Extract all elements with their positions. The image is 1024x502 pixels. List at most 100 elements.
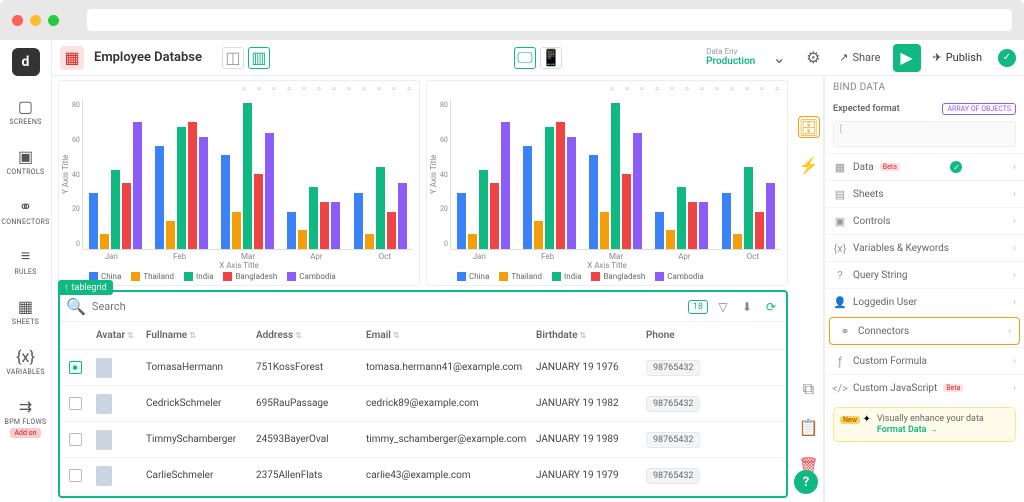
tablegrid-control[interactable]: ↑ tablegrid 🔍 18 ▽ ⬇ ⟳ Avata (58, 290, 788, 498)
bar (221, 155, 230, 249)
chart-card[interactable]: ▫▫▫▫▫▫▫▫▫▫▫▫Y Axis Title806040200JanFebM… (426, 80, 788, 286)
panel-item-sheets[interactable]: ▤Sheets› (825, 180, 1024, 207)
format-data-card[interactable]: New ✦ Visually enhance your data Format … (833, 407, 1016, 442)
zoom-out-icon[interactable]: ▫ (696, 83, 708, 95)
panel-item-query-string[interactable]: ?Query String› (825, 261, 1024, 288)
panel-item-controls[interactable]: ▣Controls› (825, 207, 1024, 234)
cell-address: 751KossForest (250, 362, 360, 373)
chevron-down-icon[interactable]: ⌄ (765, 44, 793, 72)
zoom-out-icon[interactable]: ▫ (328, 83, 340, 95)
compare-icon[interactable]: ▫ (403, 83, 415, 95)
camera-icon[interactable]: ▫ (606, 83, 618, 95)
bar (365, 234, 374, 249)
filter-icon[interactable]: ▽ (714, 298, 732, 316)
panel-item-connectors[interactable]: ⚭Connectors› (829, 317, 1020, 345)
pan-icon[interactable]: ▫ (268, 83, 280, 95)
settings-gear-icon[interactable]: ⚙ (799, 44, 827, 72)
panel-item-custom-formula[interactable]: ƒCustom Formula› (825, 347, 1024, 374)
spike-icon[interactable]: ▫ (373, 83, 385, 95)
database-icon[interactable]: 🗄 (798, 116, 820, 138)
maximize-window-icon[interactable] (48, 15, 59, 26)
zoom-in-icon[interactable]: ▫ (313, 83, 325, 95)
minimize-window-icon[interactable] (30, 15, 41, 26)
panel-item-data[interactable]: ▦DataBeta✓› (825, 153, 1024, 180)
reset-icon[interactable]: ▫ (726, 83, 738, 95)
share-button[interactable]: ↗ Share (833, 51, 886, 64)
bar (133, 122, 142, 250)
rail-item-bpm-flows[interactable]: ⇉ BPM FLOWS Add on (5, 396, 47, 438)
json-preview-box[interactable]: [ (833, 121, 1016, 147)
zoom-icon[interactable]: ▫ (621, 83, 633, 95)
table-row[interactable]: TimmySchamberger 24593BayerOval timmy_sc… (60, 422, 786, 458)
table-row[interactable]: TomasaHermann 751KossForest tomasa.herma… (60, 350, 786, 386)
rail-item-screens[interactable]: ▢ SCREENS (9, 96, 41, 126)
hover-icon[interactable]: ▫ (756, 83, 768, 95)
zoom-icon[interactable]: ▫ (253, 83, 265, 95)
row-checkbox[interactable] (69, 433, 82, 446)
legend-item[interactable]: Bangladesh (223, 272, 277, 281)
rail-item-rules[interactable]: ≡ RULES (14, 246, 36, 276)
lasso-icon[interactable]: ▫ (666, 83, 678, 95)
legend-item[interactable]: Cambodia (655, 272, 703, 281)
rail-item-variables[interactable]: {x} VARIABLES (6, 346, 45, 376)
table-row[interactable]: CedrickSchmeler 695RauPassage cedrick89@… (60, 386, 786, 422)
panel-item-variables-keywords[interactable]: {x}Variables & Keywords› (825, 234, 1024, 261)
layout-full-button[interactable]: ▥ (248, 47, 270, 69)
cell-fullname: CarlieSchmeler (140, 470, 250, 481)
bar (254, 174, 263, 249)
device-mobile-button[interactable]: 📱 (540, 47, 562, 69)
panel-item-loggedin-user[interactable]: 👤Loggedin User› (825, 288, 1024, 315)
paste-icon[interactable]: 📋 (798, 416, 820, 438)
help-fab[interactable]: ? (794, 470, 818, 494)
table-row[interactable]: CarlieSchmeler 2375AllenFlats carlie43@e… (60, 458, 786, 494)
refresh-icon[interactable]: ⟳ (762, 298, 780, 316)
autoscale-icon[interactable]: ▫ (711, 83, 723, 95)
beta-pill: Beta (880, 163, 900, 171)
format-data-link[interactable]: Format Data → (877, 424, 984, 435)
compare-icon[interactable]: ▫ (771, 83, 783, 95)
env-selector[interactable]: Data Env Production (706, 48, 755, 68)
legend-item[interactable]: China (457, 272, 489, 281)
rail-item-connectors[interactable]: ⚭ CONNECTORS (1, 196, 49, 226)
device-desktop-button[interactable]: 🖵 (514, 47, 536, 69)
select-icon[interactable]: ▫ (651, 83, 663, 95)
brand-logo[interactable]: d (12, 48, 40, 76)
close-window-icon[interactable] (12, 15, 23, 26)
bolt-icon[interactable]: ⚡ (798, 154, 820, 176)
row-checkbox[interactable] (69, 397, 82, 410)
legend-item[interactable]: India (184, 272, 213, 281)
row-checkbox[interactable] (69, 361, 82, 374)
zoom-in-icon[interactable]: ▫ (681, 83, 693, 95)
left-rail: d ▢ SCREENS ▣ CONTROLS ⚭ CONNECTORS ≡ RU… (0, 40, 52, 502)
panel-item-custom-javascript[interactable]: </>Custom JavaScriptBeta› (825, 374, 1024, 401)
legend-item[interactable]: India (552, 272, 581, 281)
camera-icon[interactable]: ▫ (238, 83, 250, 95)
copy-icon[interactable]: ⧉ (798, 378, 820, 400)
autoscale-icon[interactable]: ▫ (343, 83, 355, 95)
pan-icon[interactable]: ▫ (636, 83, 648, 95)
publish-button[interactable]: ✈ Publish (927, 51, 988, 64)
download-icon[interactable]: ⬇ (738, 298, 756, 316)
layout-split-button[interactable]: ◫ (222, 47, 244, 69)
share-icon: ↗ (839, 51, 848, 64)
reset-icon[interactable]: ▫ (358, 83, 370, 95)
preview-play-button[interactable]: ▶ (893, 44, 921, 72)
spike-icon[interactable]: ▫ (741, 83, 753, 95)
hover-icon[interactable]: ▫ (388, 83, 400, 95)
url-bar[interactable] (87, 9, 1012, 31)
row-checkbox[interactable] (69, 469, 82, 482)
tablegrid-tag: ↑ tablegrid (58, 280, 113, 295)
rail-item-controls[interactable]: ▣ CONTROLS (7, 146, 45, 176)
rail-item-sheets[interactable]: ▦ SHEETS (12, 296, 39, 326)
legend-item[interactable]: Cambodia (287, 272, 335, 281)
chart-card[interactable]: ▫▫▫▫▫▫▫▫▫▫▫▫Y Axis Title806040200JanFebM… (58, 80, 420, 286)
bar (265, 133, 274, 249)
legend-item[interactable]: Thailand (499, 272, 542, 281)
legend-item[interactable]: Bangladesh (591, 272, 645, 281)
bar (122, 183, 131, 249)
bar (755, 212, 764, 250)
lasso-icon[interactable]: ▫ (298, 83, 310, 95)
legend-item[interactable]: Thailand (131, 272, 174, 281)
select-icon[interactable]: ▫ (283, 83, 295, 95)
search-input[interactable] (92, 300, 682, 313)
